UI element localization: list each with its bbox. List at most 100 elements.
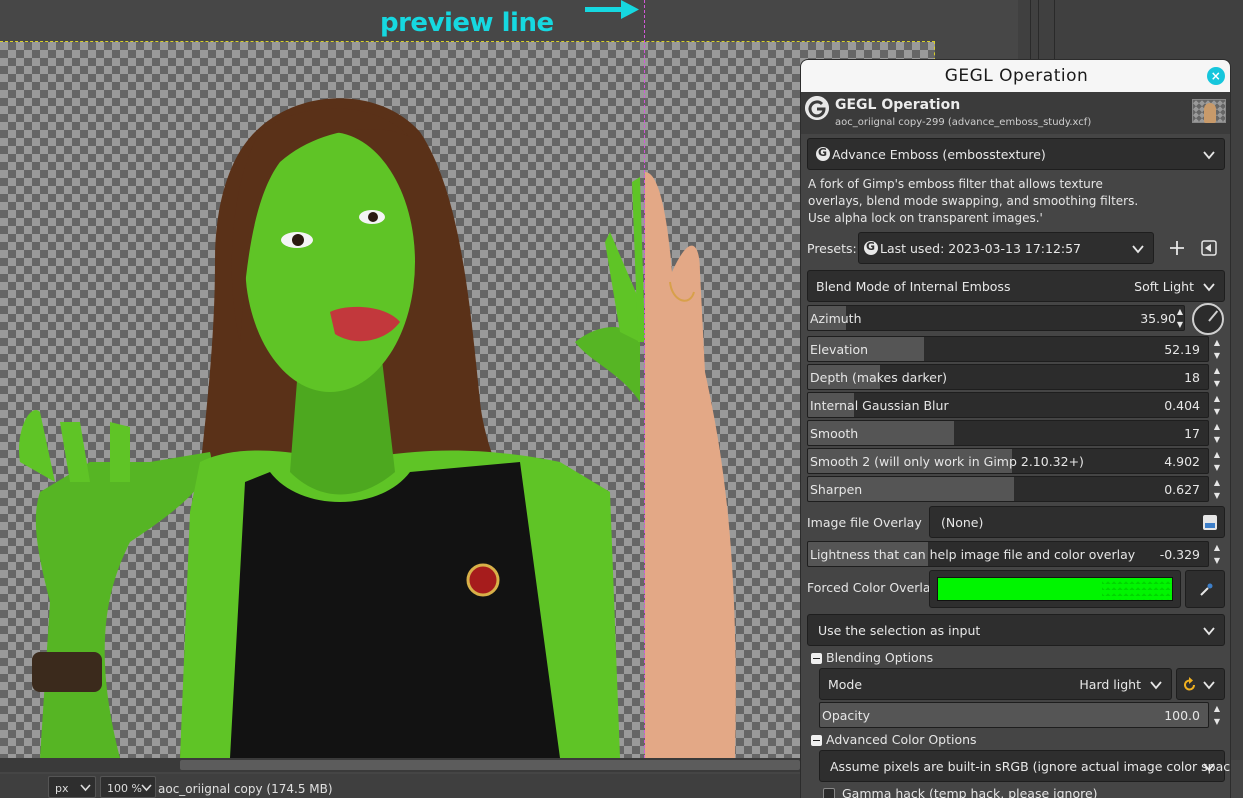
- color-space-select[interactable]: Assume pixels are built-in sRGB (ignore …: [819, 750, 1230, 782]
- blend-mode-label: Blend Mode of Internal Emboss: [816, 279, 1011, 294]
- zoom-select[interactable]: 100 %: [100, 776, 156, 798]
- image-info: aoc_oriignal copy (174.5 MB): [158, 782, 333, 796]
- layer-boundary-right: [934, 41, 935, 61]
- slider-azimuth[interactable]: Azimuth 35.90: [807, 305, 1185, 331]
- chevron-down-icon: [1203, 627, 1215, 636]
- color-picker-button[interactable]: [1185, 570, 1225, 608]
- unit-select[interactable]: px: [48, 776, 96, 798]
- eyedropper-icon: [1200, 583, 1213, 596]
- presets-value: Last used: 2023-03-13 17:12:57: [880, 241, 1082, 256]
- slider-spinner[interactable]: ▲ ▼: [1210, 392, 1224, 418]
- close-icon[interactable]: ×: [1207, 67, 1225, 85]
- opacity-spinner[interactable]: ▲ ▼: [1210, 702, 1224, 728]
- slider-value: 0.404: [1164, 398, 1200, 413]
- slider-label: Azimuth: [810, 311, 862, 326]
- opacity-slider[interactable]: Opacity 100.0: [819, 702, 1209, 728]
- zoom-value: 100 %: [107, 782, 142, 795]
- operation-description: A fork of Gimp's emboss filter that allo…: [808, 176, 1218, 227]
- slider-spinner[interactable]: ▲ ▼: [1210, 420, 1224, 446]
- slider-smooth[interactable]: Smooth 17: [807, 420, 1209, 446]
- dialog-header: GEGL Operation aoc_oriignal copy-299 (ad…: [801, 92, 1230, 134]
- chevron-down-icon: [1203, 283, 1215, 292]
- color-swatch: [937, 577, 1173, 601]
- arrow-right-icon: [585, 0, 639, 19]
- composite-mode-select[interactable]: [1176, 668, 1225, 700]
- presets-select[interactable]: Last used: 2023-03-13 17:12:57: [858, 232, 1154, 264]
- advanced-color-header[interactable]: Advanced Color Options: [826, 732, 977, 747]
- slider-label: Depth (makes darker): [810, 370, 947, 385]
- collapse-icon[interactable]: [811, 653, 822, 664]
- slider-value: 0.627: [1164, 482, 1200, 497]
- slider-spinner[interactable]: ▲ ▼: [1210, 448, 1224, 474]
- slider-value: 100.0: [1164, 708, 1200, 723]
- mode-value: Hard light: [1079, 677, 1141, 692]
- scrollbar-thumb[interactable]: [180, 760, 800, 770]
- slider-internal[interactable]: Internal Gaussian Blur 0.404: [807, 392, 1209, 418]
- add-preset-icon[interactable]: [1167, 238, 1187, 258]
- input-option-select[interactable]: Use the selection as input: [807, 614, 1225, 646]
- description-line: Use alpha lock on transparent images.': [808, 211, 1043, 225]
- chevron-down-icon: [1203, 681, 1215, 690]
- slider-label: Elevation: [810, 342, 869, 357]
- lightness-slider[interactable]: Lightness that can help image file and c…: [807, 541, 1209, 567]
- slider-smooth[interactable]: Smooth 2 (will only work in Gimp 2.10.32…: [807, 448, 1209, 474]
- image-figure: [19, 98, 736, 758]
- gegl-icon: [816, 146, 830, 161]
- blend-mode-select[interactable]: Blend Mode of Internal Emboss Soft Light: [807, 270, 1225, 302]
- gegl-logo-icon: [805, 96, 829, 120]
- slider-value: 17: [1184, 426, 1200, 441]
- image-overlay-label: Image file Overlay: [807, 515, 922, 530]
- forced-color-label: Forced Color Overlay: [807, 580, 938, 595]
- image-overlay-chooser[interactable]: (None): [929, 506, 1225, 538]
- slider-elevation[interactable]: Elevation 52.19: [807, 336, 1209, 362]
- azimuth-dial[interactable]: [1192, 303, 1224, 335]
- gimp-window: preview line px 100 % aoc_oriignal copy …: [0, 0, 1243, 798]
- operation-value: Advance Emboss (embosstexture): [832, 147, 1046, 162]
- chevron-down-icon: [1203, 151, 1215, 160]
- slider-label: Smooth: [810, 426, 859, 441]
- dialog-window-title: GEGL Operation: [944, 66, 1089, 86]
- slider-label: Sharpen: [810, 482, 863, 497]
- slider-spinner[interactable]: ▲ ▼: [1210, 336, 1224, 362]
- presets-label: Presets:: [807, 241, 857, 256]
- slider-label: Opacity: [822, 708, 871, 723]
- mode-select[interactable]: Mode Hard light: [819, 668, 1172, 700]
- gegl-icon: [864, 240, 878, 255]
- slider-value: 4.902: [1164, 454, 1200, 469]
- description-line: A fork of Gimp's emboss filter that allo…: [808, 177, 1103, 191]
- unit-value: px: [55, 782, 69, 795]
- operation-select[interactable]: Advance Emboss (embosstexture): [807, 138, 1225, 170]
- slider-depth[interactable]: Depth (makes darker) 18: [807, 364, 1209, 390]
- chevron-down-icon: [1203, 763, 1215, 772]
- status-bar: px 100 % aoc_oriignal copy (174.5 MB): [0, 774, 800, 798]
- gamma-hack-checkbox[interactable]: [823, 788, 835, 798]
- slider-value: 18: [1184, 370, 1200, 385]
- collapse-icon[interactable]: [811, 735, 822, 746]
- forced-color-button[interactable]: [929, 570, 1181, 608]
- chevron-down-icon: [80, 784, 91, 792]
- gegl-operation-dialog: GEGL Operation × GEGL Operation aoc_orii…: [800, 59, 1231, 798]
- image-thumbnail: [1192, 99, 1226, 123]
- header-subtitle: aoc_oriignal copy-299 (advance_emboss_st…: [835, 117, 1092, 128]
- reset-icon: [1184, 677, 1195, 691]
- blending-options-header[interactable]: Blending Options: [826, 650, 933, 665]
- slider-sharpen[interactable]: Sharpen 0.627: [807, 476, 1209, 502]
- slider-spinner[interactable]: ▲ ▼: [1210, 476, 1224, 502]
- lightness-spinner[interactable]: ▲ ▼: [1210, 541, 1224, 567]
- preset-menu-icon[interactable]: [1199, 238, 1219, 258]
- slider-spinner[interactable]: ▲ ▼: [1210, 364, 1224, 390]
- slider-value: 35.90: [1140, 311, 1176, 326]
- slider-label: Smooth 2 (will only work in Gimp 2.10.32…: [810, 454, 1084, 469]
- header-title: GEGL Operation: [835, 97, 961, 113]
- slider-label: Lightness that can help image file and c…: [810, 547, 1136, 562]
- file-open-icon: [1203, 515, 1217, 530]
- mode-label: Mode: [828, 677, 863, 692]
- slider-label: Internal Gaussian Blur: [810, 398, 949, 413]
- slider-spinner[interactable]: ▲ ▼: [1173, 305, 1187, 331]
- dialog-titlebar[interactable]: GEGL Operation ×: [801, 60, 1230, 92]
- image-overlay-value: (None): [941, 515, 984, 530]
- slider-value: 52.19: [1164, 342, 1200, 357]
- chevron-down-icon: [1132, 245, 1144, 254]
- chevron-down-icon: [141, 784, 152, 792]
- preview-line-annotation: preview line: [380, 8, 554, 38]
